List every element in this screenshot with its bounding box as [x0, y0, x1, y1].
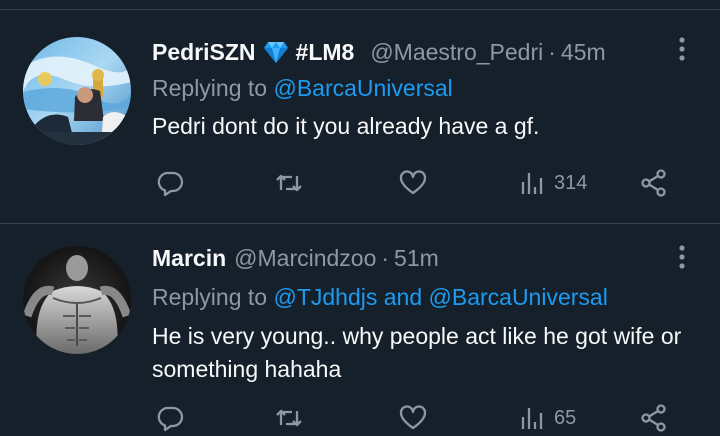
tweet[interactable]: PedriSZN #LM8 @Maestro_Pedri · 45m Reply…	[0, 10, 720, 224]
replying-to: Replying to @TJdhdjs and @BarcaUniversal	[152, 284, 608, 311]
mention-joiner: and	[383, 284, 423, 310]
avatar[interactable]	[23, 246, 131, 354]
retweet-icon	[276, 174, 302, 192]
reply-button[interactable]	[155, 400, 185, 436]
reply-icon	[157, 406, 184, 432]
avatar-image	[23, 37, 131, 145]
mention-link[interactable]: @TJdhdjs	[273, 284, 377, 310]
views-icon	[521, 173, 543, 194]
replying-to-label: Replying to	[152, 284, 268, 310]
replying-to-label: Replying to	[152, 75, 268, 101]
share-icon	[641, 169, 666, 197]
retweet-button[interactable]	[274, 400, 304, 436]
views-count: 314	[554, 171, 588, 194]
user-handle[interactable]: @Maestro_Pedri	[370, 39, 543, 66]
timestamp[interactable]: 51m	[394, 245, 439, 272]
views-icon	[521, 408, 543, 429]
tweet-feed: PedriSZN #LM8 @Maestro_Pedri · 45m Reply…	[0, 0, 720, 436]
tweet-actions: 314	[152, 165, 692, 205]
more-icon[interactable]	[678, 36, 686, 62]
avatar-image	[23, 246, 131, 354]
separator-dot: ·	[381, 244, 390, 271]
heart-icon	[399, 170, 427, 195]
blue-diamond-icon	[263, 40, 289, 64]
heart-icon	[399, 405, 427, 430]
reply-icon	[157, 171, 184, 197]
tweet-header: Marcin @Marcindzoo · 51m	[152, 242, 439, 274]
display-name[interactable]: PedriSZN	[152, 39, 256, 66]
more-icon[interactable]	[678, 244, 686, 270]
retweet-button[interactable]	[274, 165, 304, 201]
mention-link[interactable]: @BarcaUniversal	[273, 75, 452, 101]
mention-link[interactable]: @BarcaUniversal	[429, 284, 608, 310]
views-button[interactable]: 65	[518, 400, 576, 436]
share-button[interactable]	[639, 400, 669, 436]
display-name-tag[interactable]: #LM8	[296, 39, 355, 66]
like-button[interactable]	[398, 400, 428, 436]
timestamp[interactable]: 45m	[561, 39, 606, 66]
avatar[interactable]	[23, 37, 131, 145]
retweet-icon	[276, 409, 302, 427]
separator-dot: ·	[548, 38, 556, 65]
share-icon	[641, 404, 666, 432]
share-button[interactable]	[639, 165, 669, 201]
tweet-actions: 65	[152, 400, 692, 436]
replying-to: Replying to @BarcaUniversal	[152, 75, 453, 102]
tweet-header: PedriSZN #LM8 @Maestro_Pedri · 45m	[152, 36, 606, 68]
tweet-text: He is very young.. why people act like h…	[152, 323, 682, 382]
views-button[interactable]: 314	[518, 165, 587, 201]
tweet-text: Pedri dont do it you already have a gf.	[152, 113, 540, 139]
tweet[interactable]: Marcin @Marcindzoo · 51m Replying to @TJ…	[0, 224, 720, 436]
reply-button[interactable]	[155, 165, 185, 201]
views-count: 65	[554, 406, 577, 429]
display-name[interactable]: Marcin	[152, 245, 226, 272]
like-button[interactable]	[398, 165, 428, 201]
user-handle[interactable]: @Marcindzoo	[234, 245, 376, 272]
